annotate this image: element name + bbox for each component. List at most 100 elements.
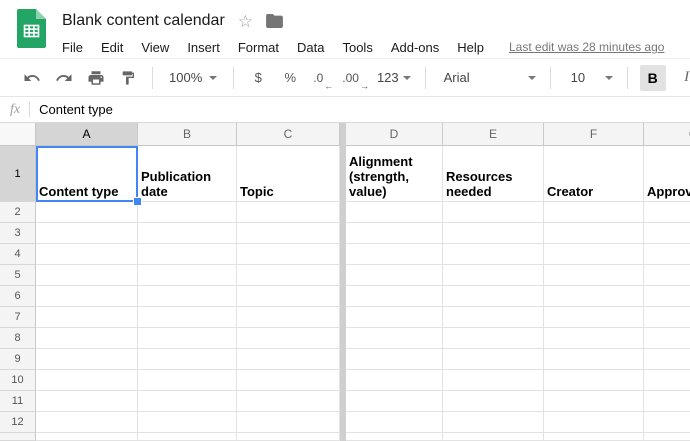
column-header-F[interactable]: F: [544, 123, 644, 146]
cell-B3[interactable]: [138, 223, 237, 244]
cell-C11[interactable]: [237, 391, 340, 412]
cell-C12[interactable]: [237, 412, 340, 433]
cell-F8[interactable]: [544, 328, 644, 349]
cell-C9[interactable]: [237, 349, 340, 370]
cell-G4[interactable]: [644, 244, 690, 265]
cell-C2[interactable]: [237, 202, 340, 223]
cell-F6[interactable]: [544, 286, 644, 307]
row-header-9[interactable]: 9: [0, 349, 36, 370]
cell-E1[interactable]: Resources needed: [443, 146, 544, 202]
cell-C6[interactable]: [237, 286, 340, 307]
fill-handle[interactable]: [133, 197, 142, 206]
select-all-corner[interactable]: [0, 123, 36, 146]
cell-D3[interactable]: [346, 223, 443, 244]
cell-E11[interactable]: [443, 391, 544, 412]
cell-F2[interactable]: [544, 202, 644, 223]
cell-D4[interactable]: [346, 244, 443, 265]
menu-help[interactable]: Help: [448, 38, 493, 57]
cell-F5[interactable]: [544, 265, 644, 286]
decrease-decimal-button[interactable]: .0 ←: [310, 65, 334, 91]
column-header-C[interactable]: C: [237, 123, 340, 146]
increase-decimal-button[interactable]: .00 →: [342, 65, 369, 91]
row-header-1[interactable]: 1: [0, 146, 36, 202]
cell-F10[interactable]: [544, 370, 644, 391]
cell-B4[interactable]: [138, 244, 237, 265]
cell-A5[interactable]: [36, 265, 138, 286]
cell-B8[interactable]: [138, 328, 237, 349]
cell-F4[interactable]: [544, 244, 644, 265]
cell-B12[interactable]: [138, 412, 237, 433]
cell-G2[interactable]: [644, 202, 690, 223]
cell-G1[interactable]: Approver: [644, 146, 690, 202]
cell-C5[interactable]: [237, 265, 340, 286]
row-header-5[interactable]: 5: [0, 265, 36, 286]
cell-G6[interactable]: [644, 286, 690, 307]
format-percent-button[interactable]: %: [278, 65, 302, 91]
cell-A7[interactable]: [36, 307, 138, 328]
row-header-6[interactable]: 6: [0, 286, 36, 307]
row-header-8[interactable]: 8: [0, 328, 36, 349]
row-header-7[interactable]: 7: [0, 307, 36, 328]
column-header-B[interactable]: B: [138, 123, 237, 146]
sheets-logo[interactable]: [0, 0, 62, 48]
cell-A4[interactable]: [36, 244, 138, 265]
cell-D1[interactable]: Alignment (strength, value): [346, 146, 443, 202]
cell-E3[interactable]: [443, 223, 544, 244]
cell-B7[interactable]: [138, 307, 237, 328]
cell-D8[interactable]: [346, 328, 443, 349]
row-header-11[interactable]: 11: [0, 391, 36, 412]
cell-F1[interactable]: Creator: [544, 146, 644, 202]
menu-format[interactable]: Format: [229, 38, 288, 57]
cell-B11[interactable]: [138, 391, 237, 412]
cell-A10[interactable]: [36, 370, 138, 391]
print-button[interactable]: [84, 65, 108, 91]
cell-B5[interactable]: [138, 265, 237, 286]
menu-addons[interactable]: Add-ons: [382, 38, 448, 57]
paint-format-button[interactable]: [116, 65, 140, 91]
font-size-select[interactable]: 10: [563, 65, 615, 91]
italic-button[interactable]: I: [674, 65, 690, 91]
cell-E9[interactable]: [443, 349, 544, 370]
cell-E7[interactable]: [443, 307, 544, 328]
last-edit-link[interactable]: Last edit was 28 minutes ago: [509, 40, 664, 54]
cell-F3[interactable]: [544, 223, 644, 244]
undo-button[interactable]: [20, 65, 44, 91]
cell-B1[interactable]: Publication date: [138, 146, 237, 202]
cell-F11[interactable]: [544, 391, 644, 412]
cell-D11[interactable]: [346, 391, 443, 412]
cell-G10[interactable]: [644, 370, 690, 391]
column-header-G[interactable]: G: [644, 123, 690, 146]
row-header-3[interactable]: 3: [0, 223, 36, 244]
cell-A8[interactable]: [36, 328, 138, 349]
cell-C1[interactable]: Topic: [237, 146, 340, 202]
cell-A9[interactable]: [36, 349, 138, 370]
column-header-E[interactable]: E: [443, 123, 544, 146]
cell-E8[interactable]: [443, 328, 544, 349]
cell-G9[interactable]: [644, 349, 690, 370]
cell-D9[interactable]: [346, 349, 443, 370]
cell-C10[interactable]: [237, 370, 340, 391]
column-header-A[interactable]: A: [36, 123, 138, 146]
cell-A2[interactable]: [36, 202, 138, 223]
cell-B2[interactable]: [138, 202, 237, 223]
cell-A3[interactable]: [36, 223, 138, 244]
cell-F12[interactable]: [544, 412, 644, 433]
menu-edit[interactable]: Edit: [92, 38, 132, 57]
cell-A12[interactable]: [36, 412, 138, 433]
cell-G3[interactable]: [644, 223, 690, 244]
cell-E6[interactable]: [443, 286, 544, 307]
row-header-4[interactable]: 4: [0, 244, 36, 265]
cell-F9[interactable]: [544, 349, 644, 370]
menu-data[interactable]: Data: [288, 38, 333, 57]
cell-A11[interactable]: [36, 391, 138, 412]
row-header-10[interactable]: 10: [0, 370, 36, 391]
format-currency-button[interactable]: $: [246, 65, 270, 91]
font-family-select[interactable]: Arial: [438, 65, 538, 91]
menu-tools[interactable]: Tools: [333, 38, 381, 57]
menu-insert[interactable]: Insert: [178, 38, 229, 57]
cell-E4[interactable]: [443, 244, 544, 265]
bold-button[interactable]: B: [639, 64, 666, 91]
zoom-select[interactable]: 100%: [165, 65, 221, 91]
cell-E2[interactable]: [443, 202, 544, 223]
row-header-2[interactable]: 2: [0, 202, 36, 223]
